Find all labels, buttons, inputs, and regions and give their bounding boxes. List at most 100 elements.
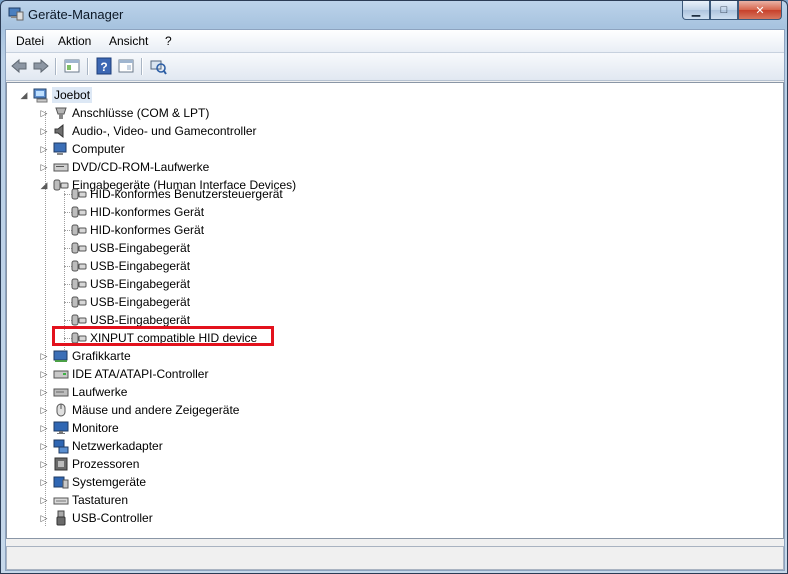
tree-item-hid-child[interactable]: USB-Eingabegerät bbox=[71, 275, 190, 293]
expand-arrow-icon[interactable]: ▷ bbox=[39, 459, 49, 469]
expand-arrow-icon[interactable]: ▷ bbox=[39, 369, 49, 379]
computer-icon bbox=[53, 142, 67, 155]
ide-controller-icon bbox=[53, 370, 69, 379]
hid-icon bbox=[53, 179, 69, 191]
device-manager-icon bbox=[8, 7, 24, 21]
expand-arrow-icon[interactable]: ▷ bbox=[39, 351, 49, 361]
tree-item-label: Systemgeräte bbox=[72, 475, 147, 489]
menu-aktion[interactable]: Aktion bbox=[58, 34, 91, 48]
hid-device-icon bbox=[71, 296, 87, 308]
tree-item-mice[interactable]: ▷ Mäuse und andere Zeigegeräte bbox=[39, 401, 240, 419]
tree-item-label: Anschlüsse (COM & LPT) bbox=[72, 106, 210, 120]
tree-item-label: Laufwerke bbox=[72, 385, 128, 399]
tree-item-drives[interactable]: ▷ Laufwerke bbox=[39, 383, 128, 401]
expand-arrow-icon[interactable]: ▷ bbox=[39, 477, 49, 487]
menu-ansicht[interactable]: Ansicht bbox=[109, 34, 148, 48]
tree-item-ports[interactable]: ▷ Anschlüsse (COM & LPT) bbox=[39, 104, 210, 122]
tree-item-hid-child[interactable]: HID-konformes Gerät bbox=[71, 203, 204, 221]
tree-item-graphics[interactable]: ▷ Grafikkarte bbox=[39, 347, 131, 365]
close-button[interactable]: ✕ bbox=[738, 1, 782, 20]
mouse-icon bbox=[56, 403, 66, 417]
menu-datei[interactable]: Datei bbox=[16, 34, 44, 48]
minimize-button[interactable]: ▁ bbox=[682, 1, 710, 20]
collapse-arrow-icon[interactable]: ◢ bbox=[39, 180, 49, 190]
processor-icon bbox=[54, 457, 68, 471]
device-manager-window: Geräte-Manager ▁ □ ✕ Datei Aktion Ansich… bbox=[0, 0, 788, 574]
collapse-arrow-icon[interactable]: ◢ bbox=[19, 90, 29, 100]
device-tree[interactable]: ◢ Joebot ▷ Anschlüsse (COM & LPT) ▷ Audi… bbox=[6, 82, 784, 539]
tree-item-label: Computer bbox=[72, 142, 125, 156]
tree-item-hid-child[interactable]: USB-Eingabegerät bbox=[71, 239, 190, 257]
help-icon[interactable]: ? bbox=[95, 57, 113, 75]
tree-item-usb-controller[interactable]: ▷ USB-Controller bbox=[39, 509, 153, 527]
scan-hardware-icon[interactable] bbox=[149, 57, 167, 75]
tree-item-label: Mäuse und andere Zeigegeräte bbox=[72, 403, 240, 417]
tree-item-audio[interactable]: ▷ Audio-, Video- und Gamecontroller bbox=[39, 122, 257, 140]
tree-item-label: Audio-, Video- und Gamecontroller bbox=[72, 124, 257, 138]
usb-controller-icon bbox=[56, 510, 66, 526]
tree-item-label: Monitore bbox=[72, 421, 119, 435]
properties-pane-icon[interactable] bbox=[63, 57, 81, 75]
tree-item-network[interactable]: ▷ Netzwerkadapter bbox=[39, 437, 163, 455]
toolbar: ? bbox=[6, 53, 784, 81]
hid-device-icon bbox=[71, 260, 87, 272]
tree-item-label: HID-konformes Benutzersteuergerät bbox=[90, 187, 283, 201]
tree-item-system-devices[interactable]: ▷ Systemgeräte bbox=[39, 473, 147, 491]
tree-item-keyboards[interactable]: ▷ Tastaturen bbox=[39, 491, 129, 509]
tree-item-label: Prozessoren bbox=[72, 457, 140, 471]
expand-arrow-icon[interactable]: ▷ bbox=[39, 126, 49, 136]
tree-item-label: USB-Eingabegerät bbox=[90, 241, 191, 255]
tree-item-computer[interactable]: ▷ Computer bbox=[39, 140, 125, 158]
expand-arrow-icon[interactable]: ▷ bbox=[39, 495, 49, 505]
window-controls: ▁ □ ✕ bbox=[682, 1, 782, 20]
tree-item-hid-child[interactable]: HID-konformes Benutzersteuergerät bbox=[71, 185, 283, 203]
tree-item-label: DVD/CD-ROM-Laufwerke bbox=[72, 160, 210, 174]
port-icon bbox=[55, 107, 67, 119]
tree-item-label: Netzwerkadapter bbox=[72, 439, 163, 453]
maximize-button[interactable]: □ bbox=[710, 1, 738, 20]
keyboard-icon bbox=[53, 497, 69, 505]
expand-arrow-icon[interactable]: ▷ bbox=[39, 513, 49, 523]
toolbar-separator bbox=[87, 58, 89, 75]
hid-device-icon bbox=[71, 278, 87, 290]
view-icon[interactable] bbox=[117, 57, 135, 75]
tree-item-monitors[interactable]: ▷ Monitore bbox=[39, 419, 119, 437]
tree-item-processors[interactable]: ▷ Prozessoren bbox=[39, 455, 140, 473]
tree-item-dvd[interactable]: ▷ DVD/CD-ROM-Laufwerke bbox=[39, 158, 210, 176]
tree-item-label: Tastaturen bbox=[72, 493, 129, 507]
display-adapter-icon bbox=[53, 350, 68, 362]
tree-root-joebot[interactable]: ◢ Joebot bbox=[19, 86, 93, 104]
status-bar bbox=[6, 546, 784, 570]
tree-item-label: USB-Eingabegerät bbox=[90, 295, 191, 309]
tree-item-ide[interactable]: ▷ IDE ATA/ATAPI-Controller bbox=[39, 365, 209, 383]
computer-root-icon bbox=[33, 88, 48, 103]
back-icon[interactable] bbox=[10, 57, 28, 75]
menu-help[interactable]: ? bbox=[165, 34, 172, 48]
tree-item-hid-child[interactable]: USB-Eingabegerät bbox=[71, 257, 190, 275]
speaker-icon bbox=[54, 123, 64, 139]
window-title: Geräte-Manager bbox=[28, 7, 124, 22]
expand-arrow-icon[interactable]: ▷ bbox=[39, 162, 49, 172]
highlight-annotation-box bbox=[52, 326, 274, 346]
client-area: Datei Aktion Ansicht ? ? ◢ Joebot ▷ Ansc… bbox=[5, 29, 785, 571]
monitor-icon bbox=[53, 421, 69, 434]
tree-root-label: Joebot bbox=[52, 87, 93, 103]
svg-text:?: ? bbox=[100, 60, 107, 74]
toolbar-separator bbox=[141, 58, 143, 75]
system-devices-icon bbox=[53, 476, 69, 489]
expand-arrow-icon[interactable]: ▷ bbox=[39, 423, 49, 433]
tree-item-hid-child[interactable]: HID-konformes Gerät bbox=[71, 221, 204, 239]
tree-item-hid-child[interactable]: USB-Eingabegerät bbox=[71, 293, 190, 311]
expand-arrow-icon[interactable]: ▷ bbox=[39, 405, 49, 415]
expand-arrow-icon[interactable]: ▷ bbox=[39, 108, 49, 118]
forward-icon[interactable] bbox=[32, 57, 50, 75]
tree-item-label: USB-Controller bbox=[72, 511, 153, 525]
title-bar[interactable]: Geräte-Manager ▁ □ ✕ bbox=[1, 1, 787, 29]
tree-item-label: USB-Eingabegerät bbox=[90, 277, 191, 291]
expand-arrow-icon[interactable]: ▷ bbox=[39, 387, 49, 397]
disk-drive-icon bbox=[53, 388, 69, 397]
expand-arrow-icon[interactable]: ▷ bbox=[39, 144, 49, 154]
tree-item-label: HID-konformes Gerät bbox=[90, 223, 205, 237]
hid-device-icon bbox=[71, 188, 87, 200]
expand-arrow-icon[interactable]: ▷ bbox=[39, 441, 49, 451]
